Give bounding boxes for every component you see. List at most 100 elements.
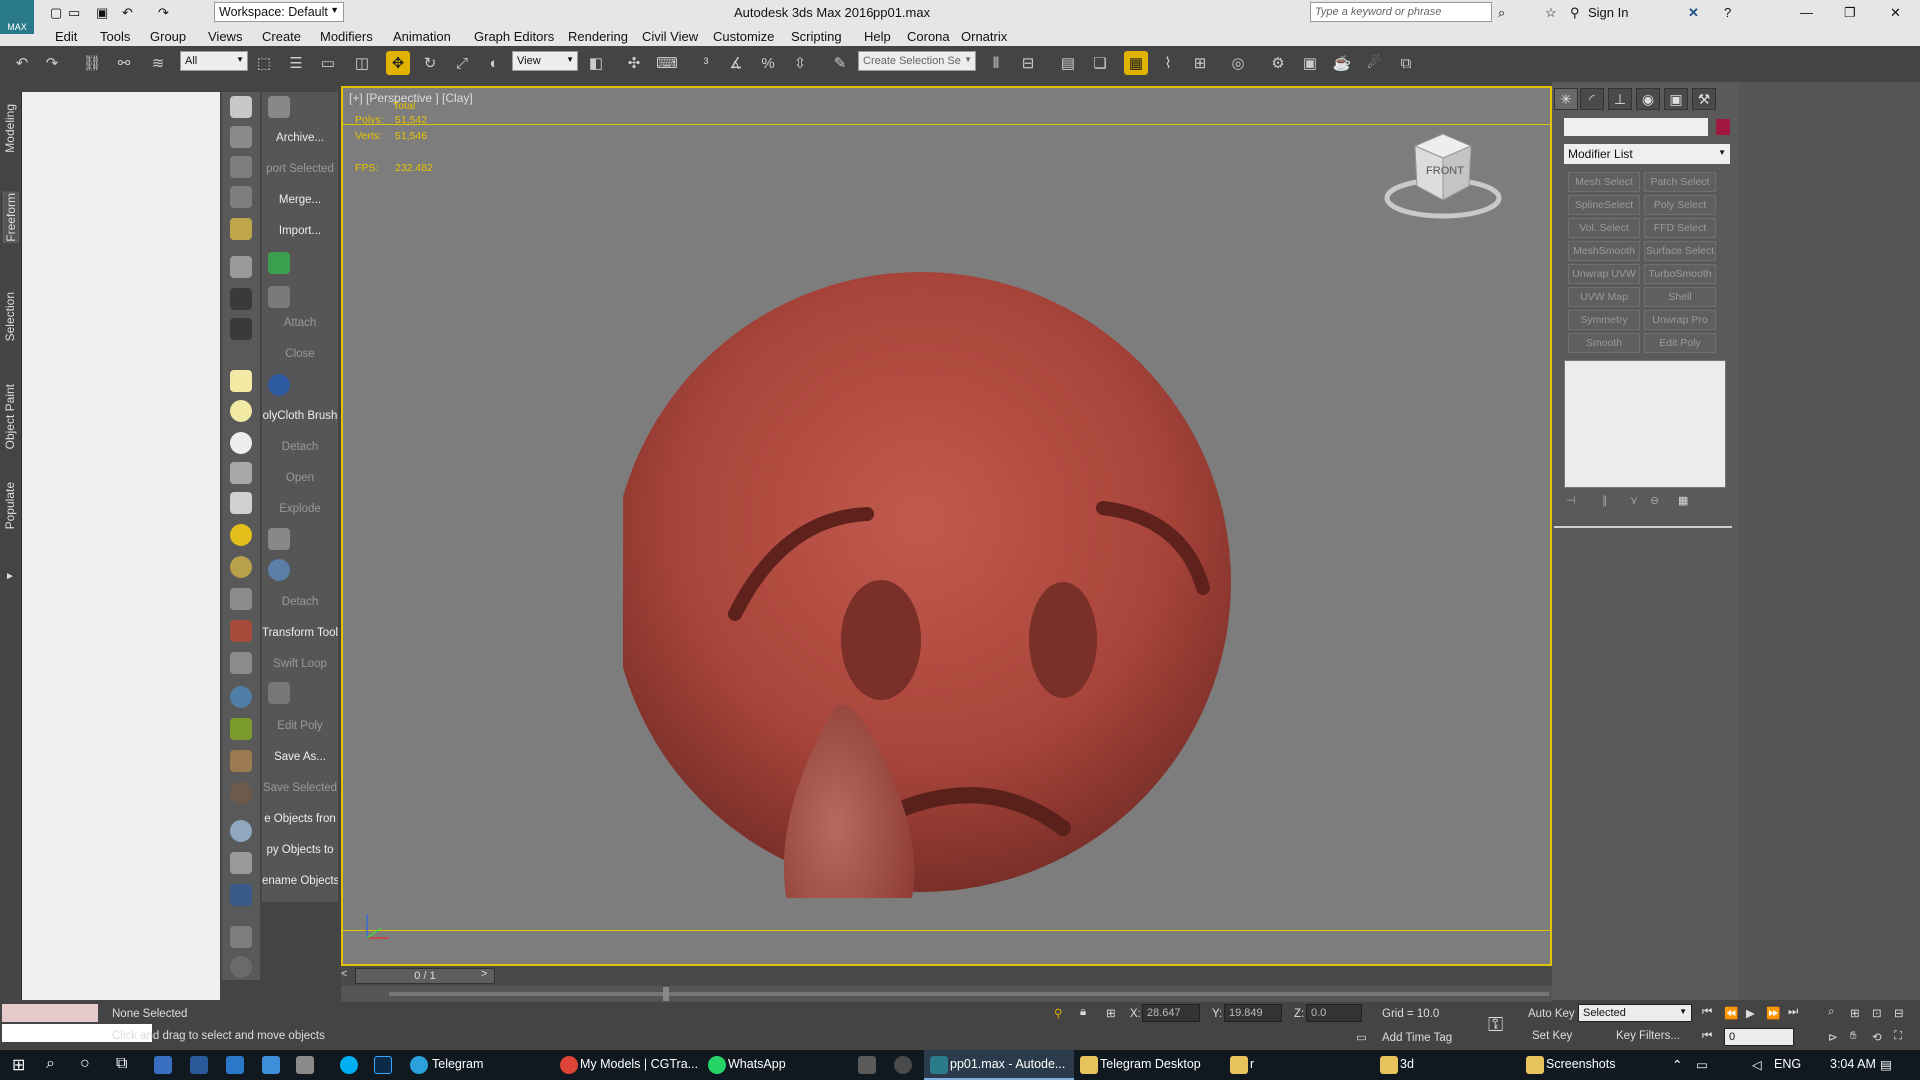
modifier-stack[interactable] [1564, 360, 1726, 488]
modifier-list-dropdown[interactable]: Modifier List ▼ [1564, 144, 1730, 164]
qr-icon[interactable] [268, 374, 290, 396]
key-filters-button[interactable]: Key Filters... [1616, 1030, 1680, 1042]
attach-button[interactable]: Attach [262, 317, 338, 329]
keyboard-shortcut-icon[interactable]: ⌨ [655, 51, 679, 75]
save-as-button[interactable]: Save As... [262, 751, 338, 763]
go-to-end-icon[interactable]: ⏭ [1788, 1006, 1798, 1019]
modifier-button-uvw-map[interactable]: UVW Map [1568, 287, 1640, 307]
zoom-icon[interactable]: ⌕ [1828, 1006, 1834, 1019]
store-icon[interactable] [190, 1056, 208, 1074]
remove-modifier-icon[interactable]: ⊖ [1650, 494, 1659, 507]
menu-rendering[interactable]: Rendering [568, 29, 628, 44]
add-time-tag-button[interactable]: Add Time Tag [1382, 1032, 1452, 1044]
edit-poly-button[interactable]: Edit Poly [262, 720, 338, 732]
material-editor-icon[interactable]: ◎ [1226, 51, 1250, 75]
sign-in-button[interactable]: Sign In [1588, 5, 1628, 20]
menu-create[interactable]: Create [262, 29, 301, 44]
tab-selection[interactable]: Selection [3, 292, 19, 341]
tab-object-paint[interactable]: Object Paint [3, 384, 19, 449]
pivot-center-icon[interactable]: ◧ [584, 51, 608, 75]
material-icon[interactable] [230, 782, 252, 804]
calculator-icon[interactable] [154, 1056, 172, 1074]
modifier-button-symmetry[interactable]: Symmetry [1568, 310, 1640, 330]
viewcube[interactable]: FRONT [1383, 128, 1503, 228]
object-name-field[interactable] [1564, 118, 1708, 136]
track-bar-marker[interactable] [663, 987, 669, 1001]
save-icon[interactable]: ▣ [96, 5, 108, 21]
modifier-button-patch-select[interactable]: Patch Select [1644, 172, 1716, 192]
film-icon[interactable] [230, 884, 252, 906]
track-bar[interactable] [341, 986, 1552, 1002]
task-view-icon[interactable]: ⧉ [116, 1055, 127, 1073]
light-icon[interactable] [230, 218, 252, 240]
manage-layers-icon[interactable]: ❏ [1088, 51, 1112, 75]
network-icon[interactable] [296, 1056, 314, 1074]
menu-scripting[interactable]: Scripting [791, 29, 842, 44]
clock[interactable]: 3:04 AM [1830, 1057, 1876, 1071]
restore-button[interactable]: ❐ [1844, 5, 1856, 21]
make-unique-icon[interactable]: ⋎ [1630, 494, 1638, 507]
zoom-all-icon[interactable]: ⊞ [1850, 1006, 1860, 1020]
mail-icon[interactable] [226, 1056, 244, 1074]
tray-chevron-icon[interactable]: ⌃ [1672, 1057, 1682, 1072]
search-icon[interactable]: ⌕ [46, 1055, 55, 1073]
tab-populate[interactable]: Populate [3, 482, 19, 529]
tab-modeling[interactable]: Modeling [3, 104, 19, 153]
menu-group[interactable]: Group [150, 29, 186, 44]
time-tag-icon[interactable]: ▭ [1356, 1030, 1367, 1044]
dots-icon[interactable] [268, 559, 290, 581]
workspace-dropdown[interactable]: Workspace: Default ▼ [214, 2, 344, 22]
minimize-button[interactable]: — [1800, 5, 1813, 20]
close-button[interactable]: Close [262, 348, 338, 360]
graphite-ribbon-icon[interactable]: ▦ [1124, 51, 1148, 75]
rope-icon[interactable] [230, 750, 252, 772]
set-key-button[interactable]: Set Key [1532, 1030, 1572, 1042]
detach-button-2[interactable]: Detach [262, 596, 338, 608]
sphere-icon[interactable] [230, 432, 252, 454]
taskbar-cgtrader[interactable]: My Models | CGTra... [580, 1057, 698, 1071]
select-and-move-icon[interactable]: ✥ [386, 51, 410, 75]
help-icon[interactable] [230, 956, 252, 978]
new-file-icon[interactable]: ▢ [50, 5, 62, 21]
render-icon[interactable] [230, 126, 252, 148]
taskbar-3d[interactable]: 3d [1400, 1057, 1414, 1071]
shape-icon[interactable] [230, 652, 252, 674]
modifier-button-poly-select[interactable]: Poly Select [1644, 195, 1716, 215]
brush-icon[interactable] [230, 620, 252, 642]
menu-modifiers[interactable]: Modifiers [320, 29, 373, 44]
teapot-icon[interactable] [230, 96, 252, 118]
time-slider-prev[interactable]: < [341, 968, 355, 984]
zoom-extents-icon[interactable]: ⊡ [1872, 1006, 1882, 1020]
modifier-button-unwrap-uvw[interactable]: Unwrap UVW [1568, 264, 1640, 284]
import-button[interactable]: Import... [262, 225, 338, 237]
named-selection-dropdown[interactable]: Create Selection Se ▼ [858, 51, 976, 71]
utilities-tab-icon[interactable]: ⚒ [1692, 88, 1716, 110]
motion-tab-icon[interactable]: ◉ [1636, 88, 1660, 110]
menu-ornatrix[interactable]: Ornatrix [961, 29, 1007, 44]
copy-objects-to-button[interactable]: py Objects to [262, 844, 338, 856]
select-and-rotate-icon[interactable]: ↻ [418, 51, 442, 75]
modifier-button-edit-poly[interactable]: Edit Poly [1644, 333, 1716, 353]
time-slider-next[interactable]: > [481, 968, 495, 984]
notifications-icon[interactable]: ▤ [1880, 1057, 1892, 1072]
set-key-icon[interactable]: ⚿ [1488, 1014, 1503, 1037]
emoji-model[interactable] [623, 178, 1263, 898]
auto-key-button[interactable]: Auto Key [1528, 1008, 1575, 1020]
snaps-toggle-icon[interactable]: ³ [694, 51, 718, 75]
merge-button[interactable]: Merge... [262, 194, 338, 206]
percent-snap-icon[interactable]: % [756, 51, 780, 75]
polycloth-brush-button[interactable]: olyCloth Brush [262, 410, 338, 422]
show-end-result-icon[interactable]: ∥ [1602, 494, 1608, 507]
rectangle-selection-icon[interactable]: ▭ [316, 51, 340, 75]
undo-icon[interactable]: ↶ [122, 5, 133, 21]
selection-filter-dropdown[interactable]: All ▼ [180, 51, 248, 71]
redo-icon[interactable]: ↷ [158, 5, 169, 21]
menu-corona[interactable]: Corona [907, 29, 950, 44]
binoculars-icon[interactable]: ⌕ [1498, 5, 1505, 21]
unlink-icon[interactable]: ⚯ [112, 51, 136, 75]
window-crossing-icon[interactable]: ◫ [350, 51, 374, 75]
place-icon[interactable]: ◐ [482, 51, 506, 75]
table-icon[interactable] [230, 186, 252, 208]
scene-explorer-content[interactable] [22, 92, 220, 1000]
glass-sphere-icon[interactable] [230, 820, 252, 842]
